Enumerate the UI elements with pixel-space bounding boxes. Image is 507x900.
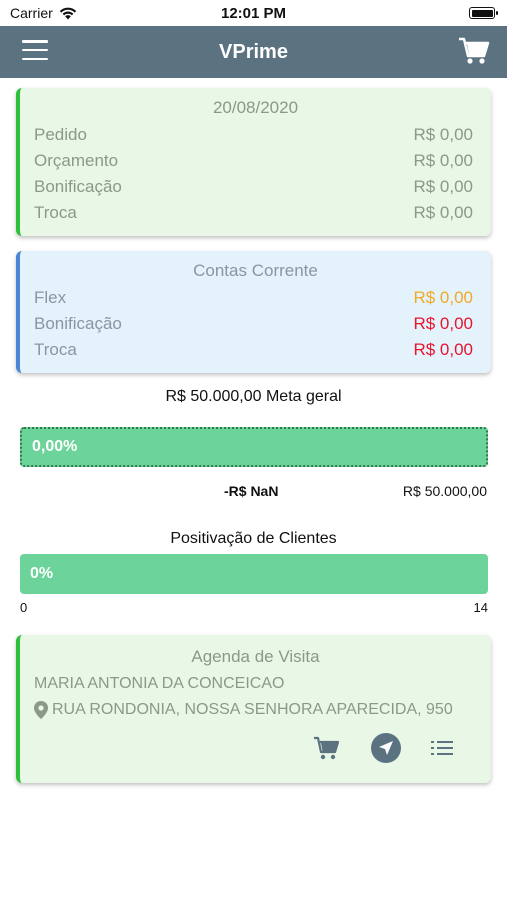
row-value: R$ 0,00 bbox=[413, 340, 473, 359]
meta-percent: 0,00% bbox=[32, 438, 78, 455]
navigation-arrow-icon bbox=[379, 741, 393, 755]
contas-row-bonificacao: Bonificação R$ 0,00 bbox=[20, 311, 491, 337]
app-title: VPrime bbox=[219, 40, 288, 63]
nav-bar: VPrime bbox=[0, 26, 507, 78]
row-value: R$ 0,00 bbox=[413, 125, 473, 144]
row-value: R$ 0,00 bbox=[413, 203, 473, 222]
meta-title: R$ 50.000,00 Meta geral bbox=[165, 388, 342, 405]
daily-summary-card[interactable]: 20/08/2020 Pedido R$ 0,00 Orçamento R$ 0… bbox=[16, 88, 491, 236]
meta-goal: R$ 50.000,00 bbox=[402, 483, 487, 499]
summary-row-pedido: Pedido R$ 0,00 bbox=[20, 122, 491, 148]
contas-row-troca: Troca R$ 0,00 bbox=[20, 337, 491, 363]
row-value: R$ 0,00 bbox=[413, 314, 473, 333]
meta-achieved: -R$ NaN bbox=[224, 483, 279, 499]
carrier-label: Carrier bbox=[10, 5, 53, 21]
wifi-icon bbox=[59, 7, 76, 19]
positivacao-title: Positivação de Clientes bbox=[170, 530, 337, 547]
meta-progress-bar: 0,00% bbox=[20, 427, 488, 467]
agenda-visita-card[interactable]: Agenda de Visita MARIA ANTONIA DA CONCEI… bbox=[16, 635, 491, 783]
status-bar: Carrier 12:01 PM bbox=[0, 0, 507, 26]
row-label: Bonificação bbox=[34, 177, 122, 196]
contas-title: Contas Corrente bbox=[193, 261, 318, 280]
row-value: R$ 0,00 bbox=[413, 177, 473, 196]
contas-row-flex: Flex R$ 0,00 bbox=[20, 285, 491, 311]
row-value: R$ 0,00 bbox=[413, 288, 473, 307]
navigate-button[interactable] bbox=[371, 733, 401, 763]
positivacao-progress-bar: 0% bbox=[20, 554, 488, 594]
row-value: R$ 0,00 bbox=[413, 151, 473, 170]
summary-row-bonificacao: Bonificação R$ 0,00 bbox=[20, 174, 491, 200]
hamburger-menu-icon[interactable] bbox=[22, 40, 48, 60]
scale-max: 14 bbox=[473, 600, 488, 615]
summary-row-orcamento: Orçamento R$ 0,00 bbox=[20, 148, 491, 174]
row-label: Orçamento bbox=[34, 151, 119, 170]
cart-icon[interactable] bbox=[313, 735, 341, 761]
list-icon[interactable] bbox=[431, 739, 453, 757]
row-label: Troca bbox=[34, 340, 77, 359]
row-label: Troca bbox=[34, 203, 77, 222]
cart-icon[interactable] bbox=[457, 34, 491, 68]
status-left: Carrier bbox=[10, 5, 77, 21]
summary-date: 20/08/2020 bbox=[212, 98, 299, 117]
agenda-actions bbox=[313, 733, 453, 763]
battery-icon bbox=[469, 7, 498, 19]
scale-min: 0 bbox=[20, 600, 28, 615]
location-pin-icon bbox=[34, 701, 48, 719]
summary-row-troca: Troca R$ 0,00 bbox=[20, 200, 491, 226]
clock: 12:01 PM bbox=[220, 4, 287, 22]
client-name: MARIA ANTONIA DA CONCEICAO bbox=[34, 675, 285, 692]
agenda-title: Agenda de Visita bbox=[191, 647, 320, 666]
row-label: Bonificação bbox=[34, 314, 122, 333]
client-address-row: RUA RONDONIA, NOSSA SENHORA APARECIDA, 9… bbox=[20, 701, 491, 719]
contas-corrente-card[interactable]: Contas Corrente Flex R$ 0,00 Bonificação… bbox=[16, 251, 491, 373]
row-label: Pedido bbox=[34, 125, 87, 144]
positivacao-percent: 0% bbox=[30, 565, 54, 582]
positivacao-scale: 0 14 bbox=[20, 600, 488, 615]
client-address: RUA RONDONIA, NOSSA SENHORA APARECIDA, 9… bbox=[52, 701, 453, 718]
row-label: Flex bbox=[34, 288, 67, 307]
